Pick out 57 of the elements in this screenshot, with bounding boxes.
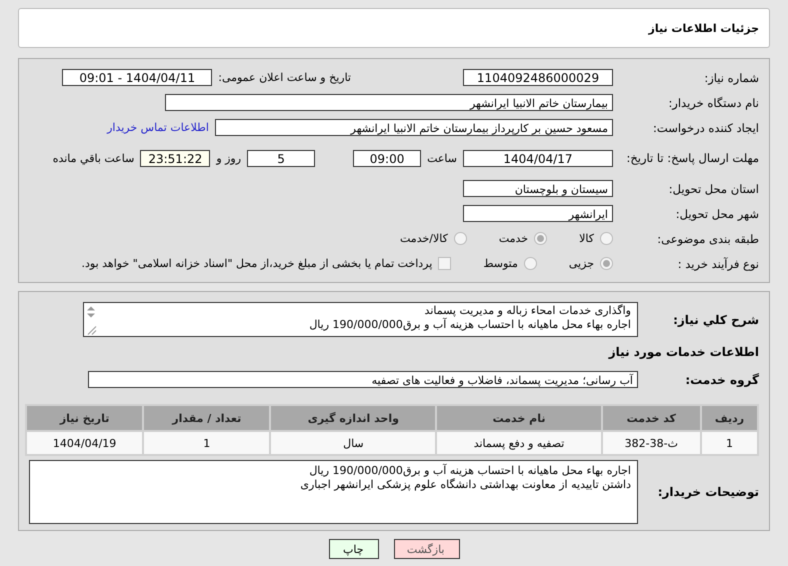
column-header: ردیف xyxy=(702,406,757,430)
checkbox[interactable] xyxy=(438,257,452,270)
radio-label: متوسط xyxy=(483,257,518,270)
radio-label: کالا xyxy=(579,232,594,245)
field-label: ایجاد کننده درخواست: xyxy=(652,120,759,134)
field-label: ساعت باقي مانده xyxy=(52,152,134,164)
column-header: کد خدمت xyxy=(602,406,700,430)
summary-textarea[interactable]: واگذاری خدمات امحاء زباله و مدیریت پسماند اجاره بهاء محل ماهیانه با احتساب هزینه آب و برق190/000/000 ریال xyxy=(83,302,638,337)
table-cell: 1 xyxy=(702,432,757,454)
back-button[interactable]: بازگشت xyxy=(394,539,460,559)
page-title: جزئیات اطلاعات نیاز xyxy=(648,22,759,34)
radio-button[interactable] xyxy=(534,232,548,245)
field-label: شماره نیاز: xyxy=(703,70,759,84)
column-header: تعداد / مقدار xyxy=(144,406,270,430)
countdown-field[interactable]: 23:51:22 xyxy=(140,150,210,166)
input-field[interactable]: سیستان و بلوچستان xyxy=(463,180,613,197)
input-field[interactable]: مسعود حسین بر کارپرداز بیمارستان خاتم الانبیا ایرانشهر xyxy=(215,119,613,136)
field-label: ساعت xyxy=(427,152,457,164)
input-field[interactable]: 1404/04/17 xyxy=(463,150,613,166)
table-cell: 1 xyxy=(144,432,270,454)
input-field[interactable]: 09:00 xyxy=(353,150,422,166)
column-header: واحد اندازه گیری xyxy=(271,406,436,430)
field-label: نام دستگاه خریدار: xyxy=(667,96,759,110)
field-label: استان محل تحویل: xyxy=(668,182,759,196)
table-cell: تصفیه و دفع پسماند xyxy=(437,432,601,454)
input-field[interactable]: 1404/04/11 - 09:01 xyxy=(62,69,212,86)
input-field[interactable]: 1104092486000029 xyxy=(463,69,613,86)
field-label: شرح کلي نیاز: xyxy=(672,312,759,326)
field-label: نوع فرآیند خرید : xyxy=(676,256,759,270)
buyer-contact-link[interactable]: اطلاعات تماس خریدار xyxy=(107,121,209,134)
radio-label: جزیی xyxy=(568,257,594,270)
field-label: شهر محل تحویل: xyxy=(674,206,759,220)
table-cell: سال xyxy=(271,432,436,454)
field-label: روز و xyxy=(216,152,242,164)
field-label: توضیحات خریدار: xyxy=(656,485,759,499)
table-cell: 1404/04/19 xyxy=(27,432,142,454)
field-label: طبقه بندی موضوعی: xyxy=(656,232,759,246)
input-field[interactable]: ایرانشهر xyxy=(463,205,613,222)
notes-textarea[interactable]: اجاره بهاء محل ماهیانه با احتساب هزینه آب و برق190/000/000 ریال داشتن تاییدیه از معاونت بهداشتی دانشگاه علوم پزشکی ایرانشهر اجباری xyxy=(29,460,638,524)
print-button[interactable]: چاپ xyxy=(328,539,378,559)
section-heading: اطلاعات خدمات مورد نیاز xyxy=(607,345,759,359)
radio-button[interactable] xyxy=(600,232,613,245)
radio-button[interactable] xyxy=(524,257,537,270)
radio-button[interactable] xyxy=(600,257,613,270)
radio-label: خدمت xyxy=(498,232,528,245)
input-field[interactable]: 5 xyxy=(247,150,316,166)
column-header: تاریخ نیاز xyxy=(27,406,142,430)
column-header: نام خدمت xyxy=(437,406,601,430)
radio-button[interactable] xyxy=(454,232,467,245)
input-field[interactable]: آب رسانی؛ مدیریت پسماند، فاضلاب و فعالیت های تصفیه xyxy=(88,371,638,388)
field-label: مهلت ارسال پاسخ: تا تاریخ: xyxy=(625,151,759,165)
checkbox-label: پرداخت تمام یا بخشی از مبلغ خرید،از محل "اسناد خزانه اسلامی" خواهد بود. xyxy=(82,257,432,270)
radio-label: کالا/خدمت xyxy=(400,232,448,245)
field-label: گروه خدمت: xyxy=(684,372,759,386)
input-field[interactable]: بیمارستان خاتم الانبیا ایرانشهر xyxy=(165,94,613,111)
field-label: تاریخ و ساعت اعلان عمومی: xyxy=(218,71,351,84)
table-cell: ث-38-382 xyxy=(602,432,700,454)
